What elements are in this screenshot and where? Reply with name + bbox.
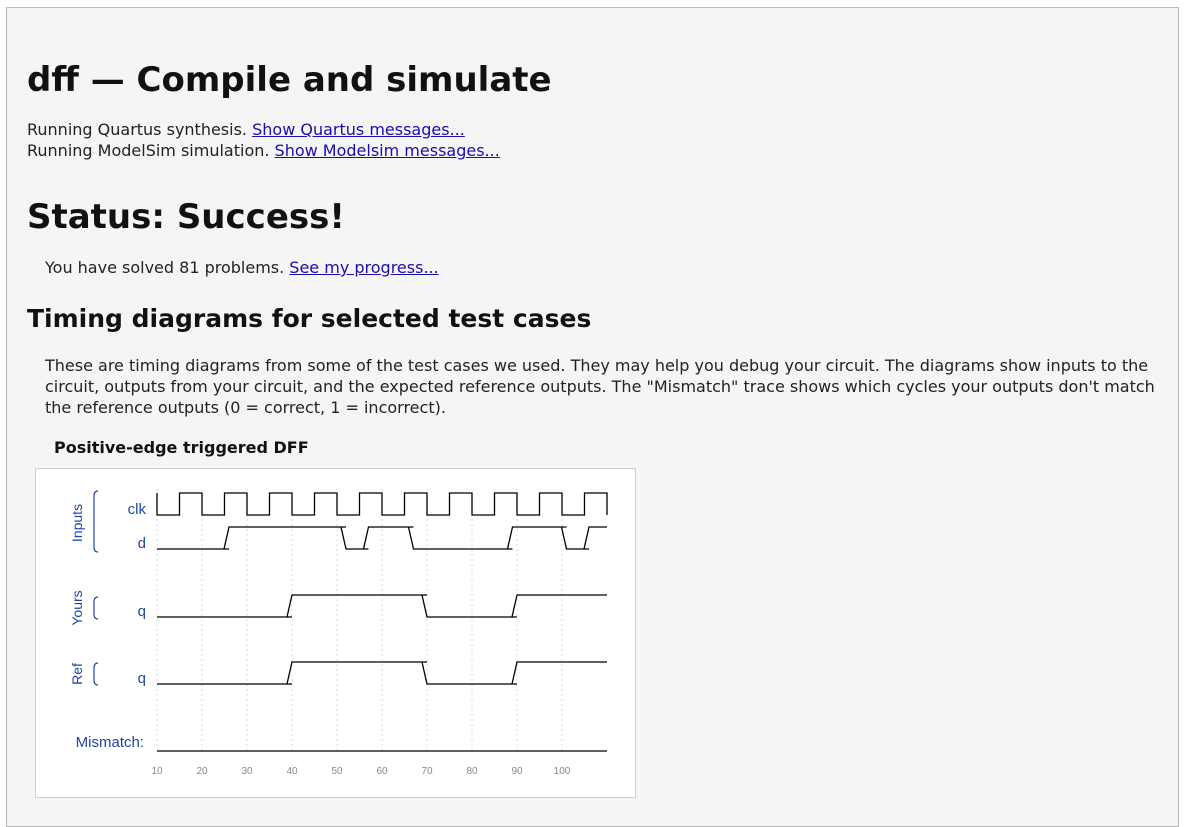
group-bracket-ref (93, 662, 99, 686)
timing-diagrams-heading: Timing diagrams for selected test cases (27, 304, 592, 333)
page-frame: dff — Compile and simulate Running Quart… (6, 7, 1179, 827)
signal-label-q: q (138, 603, 146, 620)
tick-label-20: 20 (196, 766, 208, 777)
group-label-yours: Yours (69, 590, 85, 625)
trace-inputs-clk (156, 492, 608, 516)
modelsim-status-line: Running ModelSim simulation. Show Models… (27, 140, 500, 161)
status-heading: Status: Success! (27, 197, 345, 237)
quartus-status-text: Running Quartus synthesis. (27, 120, 248, 139)
quartus-status-line: Running Quartus synthesis. Show Quartus … (27, 119, 465, 140)
tick-label-50: 50 (331, 766, 343, 777)
group-bracket-inputs (93, 490, 99, 553)
tick-label-60: 60 (376, 766, 388, 777)
solved-line: You have solved 81 problems. See my prog… (45, 257, 439, 278)
show-quartus-messages-link[interactable]: Show Quartus messages... (252, 120, 465, 139)
tick-label-30: 30 (241, 766, 253, 777)
mismatch-label: Mismatch: (76, 734, 144, 751)
solved-count-text: You have solved 81 problems. (45, 258, 285, 277)
group-bracket-yours (93, 596, 99, 620)
timing-diagram: 10 20 30 40 50 60 70 80 90 100 clk d q q Mismatch: Inpu… (35, 468, 636, 798)
tick-label-10: 10 (151, 766, 163, 777)
signal-label-d: d (138, 535, 146, 552)
show-modelsim-messages-link[interactable]: Show Modelsim messages... (275, 141, 500, 160)
group-label-ref: Ref (69, 663, 85, 685)
waveform-canvas: 10 20 30 40 50 60 70 80 90 100 clk d q q Mismatch: Inpu… (69, 489, 608, 777)
tick-label-100: 100 (554, 766, 571, 777)
page-title: dff — Compile and simulate (27, 60, 552, 100)
tick-label-70: 70 (421, 766, 433, 777)
diagram-title: Positive-edge triggered DFF (54, 438, 309, 457)
tick-label-90: 90 (511, 766, 523, 777)
signal-label-q: q (138, 670, 146, 687)
see-progress-link[interactable]: See my progress... (289, 258, 438, 277)
modelsim-status-text: Running ModelSim simulation. (27, 141, 270, 160)
signal-label-clk: clk (128, 501, 147, 518)
group-label-inputs: Inputs (69, 504, 85, 542)
timing-description: These are timing diagrams from some of t… (45, 356, 1155, 417)
tick-label-80: 80 (466, 766, 478, 777)
tick-label-40: 40 (286, 766, 298, 777)
